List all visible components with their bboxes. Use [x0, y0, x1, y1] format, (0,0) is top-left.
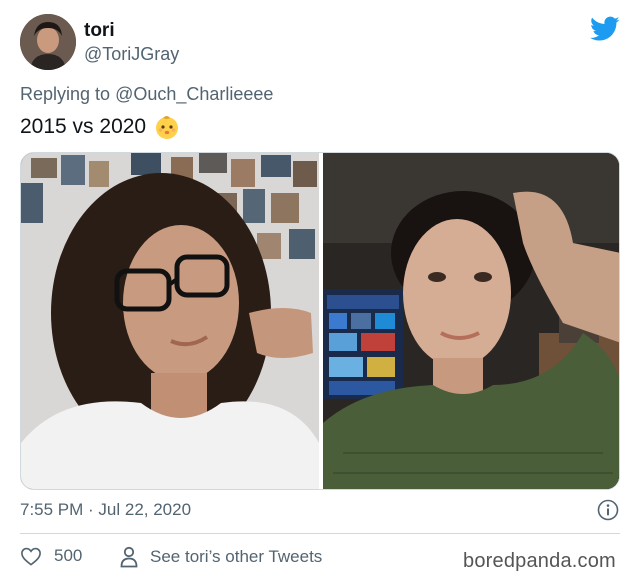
tweet-text-content: 2015 vs 2020 — [20, 115, 147, 138]
see-other-tweets-link[interactable]: See tori’s other Tweets — [120, 546, 322, 568]
reply-prefix: Replying to — [20, 84, 111, 104]
heart-icon — [21, 547, 41, 566]
photo-2015[interactable] — [21, 153, 319, 489]
media-grid — [20, 152, 620, 490]
baby-face-emoji-icon — [156, 116, 179, 139]
see-other-tweets-label: See tori’s other Tweets — [150, 547, 323, 566]
avatar[interactable] — [20, 14, 76, 70]
display-name[interactable]: tori — [84, 20, 115, 42]
photo-2020[interactable] — [323, 153, 619, 489]
user-handle[interactable]: @ToriJGray — [84, 44, 179, 65]
watermark: boredpanda.com — [463, 550, 616, 572]
tweet-text: 2015 vs 2020 — [20, 114, 180, 140]
like-count: 500 — [54, 546, 83, 565]
reply-mention-link[interactable]: @Ouch_Charlieeee — [115, 84, 273, 104]
twitter-bird-icon[interactable] — [590, 16, 620, 42]
separator — [20, 533, 620, 534]
info-icon[interactable] — [597, 499, 619, 521]
person-icon — [120, 546, 138, 568]
like-button[interactable]: 500 — [20, 546, 82, 566]
reply-context: Replying to @Ouch_Charlieeee — [20, 84, 273, 105]
tweet-timestamp[interactable]: 7:55 PM · Jul 22, 2020 — [20, 500, 191, 520]
